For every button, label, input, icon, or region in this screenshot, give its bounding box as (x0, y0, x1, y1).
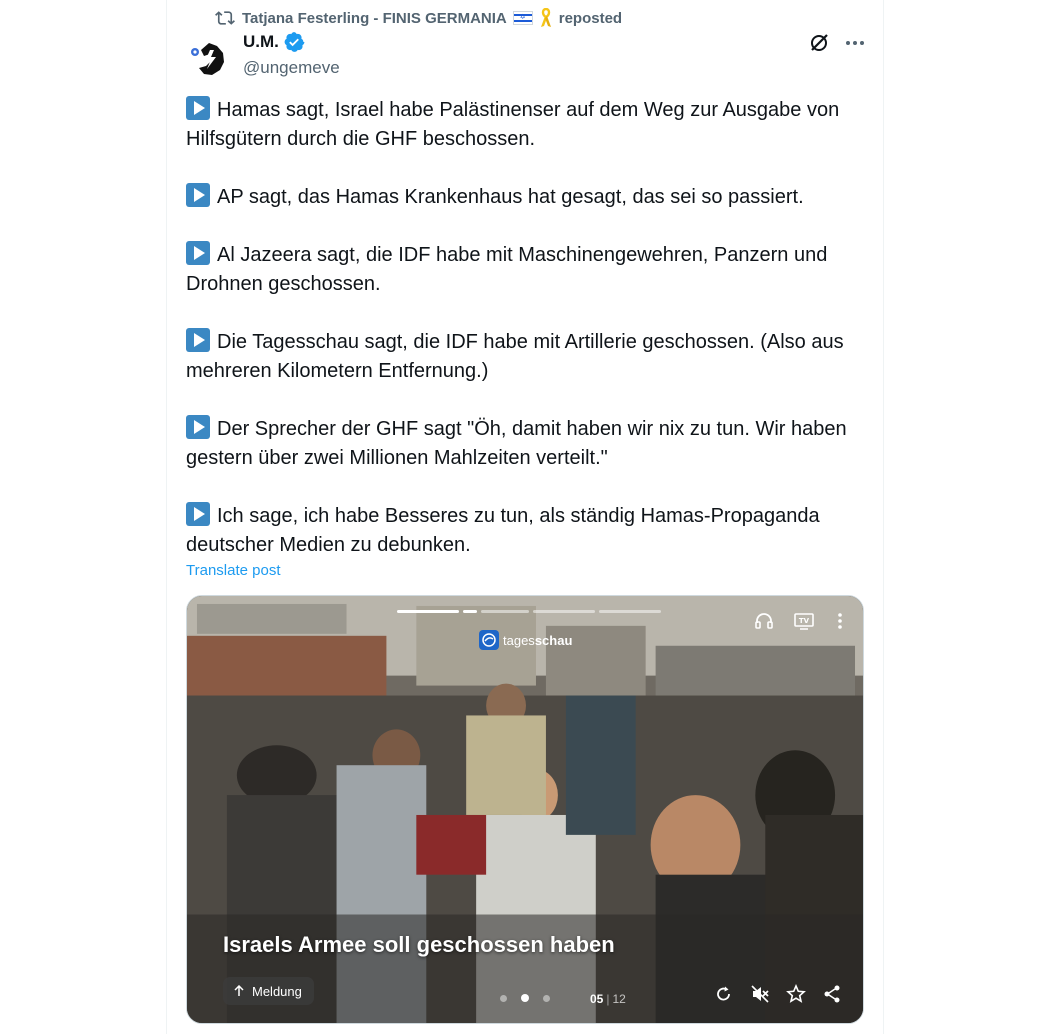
headphones-icon[interactable] (753, 610, 775, 632)
avatar-logo-icon (191, 43, 224, 75)
arrow-up-icon (234, 985, 244, 996)
post-paragraph: Der Sprecher der GHF sagt "Öh, damit hab… (186, 415, 876, 473)
mute-icon[interactable] (749, 983, 771, 1005)
meldung-label: Meldung (252, 983, 302, 999)
carousel-dots (500, 994, 550, 1002)
repost-icon (215, 11, 235, 25)
grok-icon[interactable] (806, 30, 832, 56)
brand-prefix: tages (503, 632, 535, 648)
author-display-name[interactable]: U.M. (243, 32, 279, 52)
video-player[interactable]: tages schau TV Israels Armee soll geschos… (186, 595, 864, 1024)
play-button-icon (186, 502, 210, 526)
counter-separator: | (606, 992, 610, 1006)
video-caption: Israels Armee soll geschossen haben (223, 932, 615, 957)
author-avatar[interactable] (186, 38, 228, 80)
carousel-dot[interactable] (500, 994, 507, 1002)
counter-current: 05 (590, 992, 604, 1006)
play-button-icon (186, 183, 210, 207)
play-button-icon (186, 415, 210, 439)
svg-text:TV: TV (799, 617, 810, 625)
post-header-actions (806, 30, 868, 56)
play-button-icon (186, 96, 210, 120)
story-segment (599, 610, 661, 613)
israel-flag-icon: ✡ (512, 11, 533, 25)
story-counter: 05 | 12 (590, 992, 626, 1006)
story-progress-bar (397, 610, 661, 613)
yellow-ribbon-icon (540, 8, 551, 27)
author-name-row[interactable]: U.M. (243, 31, 305, 53)
meldung-button[interactable]: Meldung (223, 977, 314, 1005)
video-frame (187, 596, 863, 1023)
brand-suffix: schau (534, 632, 573, 648)
story-segment (533, 610, 595, 613)
counter-total: 12 (612, 992, 626, 1006)
video-top-controls: TV (753, 610, 847, 632)
post-paragraph: Ich sage, ich habe Besseres zu tun, als … (186, 502, 876, 560)
post-paragraph: Die Tagesschau sagt, die IDF habe mit Ar… (186, 328, 876, 386)
post-body: Hamas sagt, Israel habe Palästinenser au… (186, 96, 876, 560)
play-button-icon (186, 328, 210, 352)
story-segment (463, 610, 477, 613)
carousel-dot[interactable] (543, 994, 550, 1002)
reposter-name[interactable]: Tatjana Festerling - FINIS GERMANIA (242, 10, 507, 27)
tagesschau-logo-icon (479, 630, 499, 650)
carousel-dot-active[interactable] (521, 994, 529, 1002)
video-bottom-controls (713, 983, 843, 1005)
post-paragraph: AP sagt, das Hamas Krankenhaus hat gesag… (186, 183, 876, 212)
reposted-label: reposted (558, 9, 623, 27)
star-favorite-icon[interactable] (785, 983, 807, 1005)
repost-indicator[interactable]: Tatjana Festerling - FINIS GERMANIA ✡ re… (214, 7, 622, 29)
story-segment (397, 610, 459, 613)
video-more-icon[interactable] (833, 610, 847, 632)
share-icon[interactable] (821, 983, 843, 1005)
author-handle[interactable]: @ungemeve (243, 58, 340, 78)
post-paragraph: Al Jazeera sagt, die IDF habe mit Maschi… (186, 241, 876, 299)
verified-badge-icon (284, 32, 305, 52)
post-paragraph: Hamas sagt, Israel habe Palästinenser au… (186, 96, 876, 154)
tagesschau-watermark: tages schau (479, 630, 572, 650)
more-options-icon[interactable] (842, 30, 868, 56)
replay-icon[interactable] (713, 983, 735, 1005)
tv-cast-icon[interactable]: TV (793, 610, 815, 632)
translate-post-link[interactable]: Translate post (186, 562, 281, 579)
story-segment (481, 610, 529, 613)
play-button-icon (186, 241, 210, 265)
